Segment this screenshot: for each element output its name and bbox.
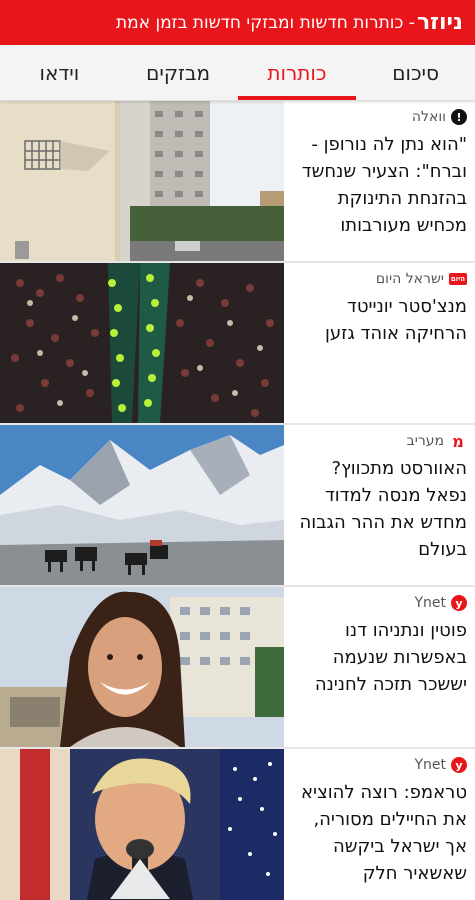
news-source: מ מעריב	[290, 431, 467, 451]
news-source: y Ynet	[290, 593, 467, 613]
news-source: ! וואלה	[290, 107, 467, 127]
tab-flashes[interactable]: מבזקים	[119, 45, 238, 100]
news-source-name: ישראל היום	[375, 271, 444, 287]
news-item-text: היום ישראל היום מנצ'סטר יונייטד הרחיקה א…	[284, 263, 475, 423]
news-headline[interactable]: האוורסט מתכווץ? נפאל מנסה למדוד מחדש את …	[290, 455, 467, 563]
building-window-photo[interactable]	[0, 101, 284, 261]
news-source: היום ישראל היום	[290, 269, 467, 289]
news-source-name: Ynet	[414, 595, 446, 611]
app-tagline: - כותרות חדשות ומבזקי חדשות בזמן אמת	[115, 12, 415, 33]
news-item[interactable]: y Ynet פוטין ונתניהו דנו באפשרות שנעמה י…	[0, 587, 475, 749]
news-item-text: מ מעריב האוורסט מתכווץ? נפאל מנסה למדוד …	[284, 425, 475, 585]
stadium-crowd-photo[interactable]	[0, 263, 284, 423]
news-item-text: y Ynet טראמפ: רוצה להוציא את החיילים מסו…	[284, 749, 475, 900]
news-item-text: ! וואלה "הוא נתן לה נורופן - וברח": הצעי…	[284, 101, 475, 261]
app-brand: ניוזר	[416, 10, 463, 35]
news-source-name: מעריב	[406, 433, 444, 449]
news-headline[interactable]: מנצ'סטר יונייטד הרחיקה אוהד גזען	[290, 293, 467, 347]
news-feed: ! וואלה "הוא נתן לה נורופן - וברח": הצעי…	[0, 101, 475, 900]
news-headline[interactable]: "הוא נתן לה נורופן - וברח": הצעיר שנחשד …	[290, 131, 467, 239]
news-item[interactable]: y Ynet טראמפ: רוצה להוציא את החיילים מסו…	[0, 749, 475, 900]
news-item-text: y Ynet פוטין ונתניהו דנו באפשרות שנעמה י…	[284, 587, 475, 747]
tab-summary[interactable]: סיכום	[356, 45, 475, 100]
tab-video[interactable]: וידאו	[0, 45, 119, 100]
ynet-logo-icon: y	[451, 595, 467, 611]
app-header: ניוזר - כותרות חדשות ומבזקי חדשות בזמן א…	[0, 0, 475, 45]
maariv-logo-icon: מ	[452, 431, 464, 451]
everest-mountain-photo[interactable]	[0, 425, 284, 585]
news-source: y Ynet	[290, 755, 467, 775]
tab-headlines[interactable]: כותרות	[237, 45, 357, 100]
news-headline[interactable]: פוטין ונתניהו דנו באפשרות שנעמה יששכר תז…	[290, 617, 467, 698]
news-item[interactable]: מ מעריב האוורסט מתכווץ? נפאל מנסה למדוד …	[0, 425, 475, 587]
news-source-name: Ynet	[414, 757, 446, 773]
ynet-logo-icon: y	[451, 757, 467, 773]
news-item[interactable]: ! וואלה "הוא נתן לה נורופן - וברח": הצעי…	[0, 101, 475, 263]
walla-logo-icon: !	[451, 109, 467, 125]
news-headline[interactable]: טראמפ: רוצה להוציא את החיילים מסוריה, אך…	[290, 779, 467, 887]
woman-portrait-photo[interactable]	[0, 587, 284, 747]
israel-hayom-logo-icon: היום	[449, 273, 467, 285]
news-item[interactable]: היום ישראל היום מנצ'סטר יונייטד הרחיקה א…	[0, 263, 475, 425]
tab-bar: סיכום כותרות מבזקים וידאו	[0, 45, 475, 101]
trump-podium-photo[interactable]	[0, 749, 284, 900]
news-source-name: וואלה	[411, 109, 446, 125]
